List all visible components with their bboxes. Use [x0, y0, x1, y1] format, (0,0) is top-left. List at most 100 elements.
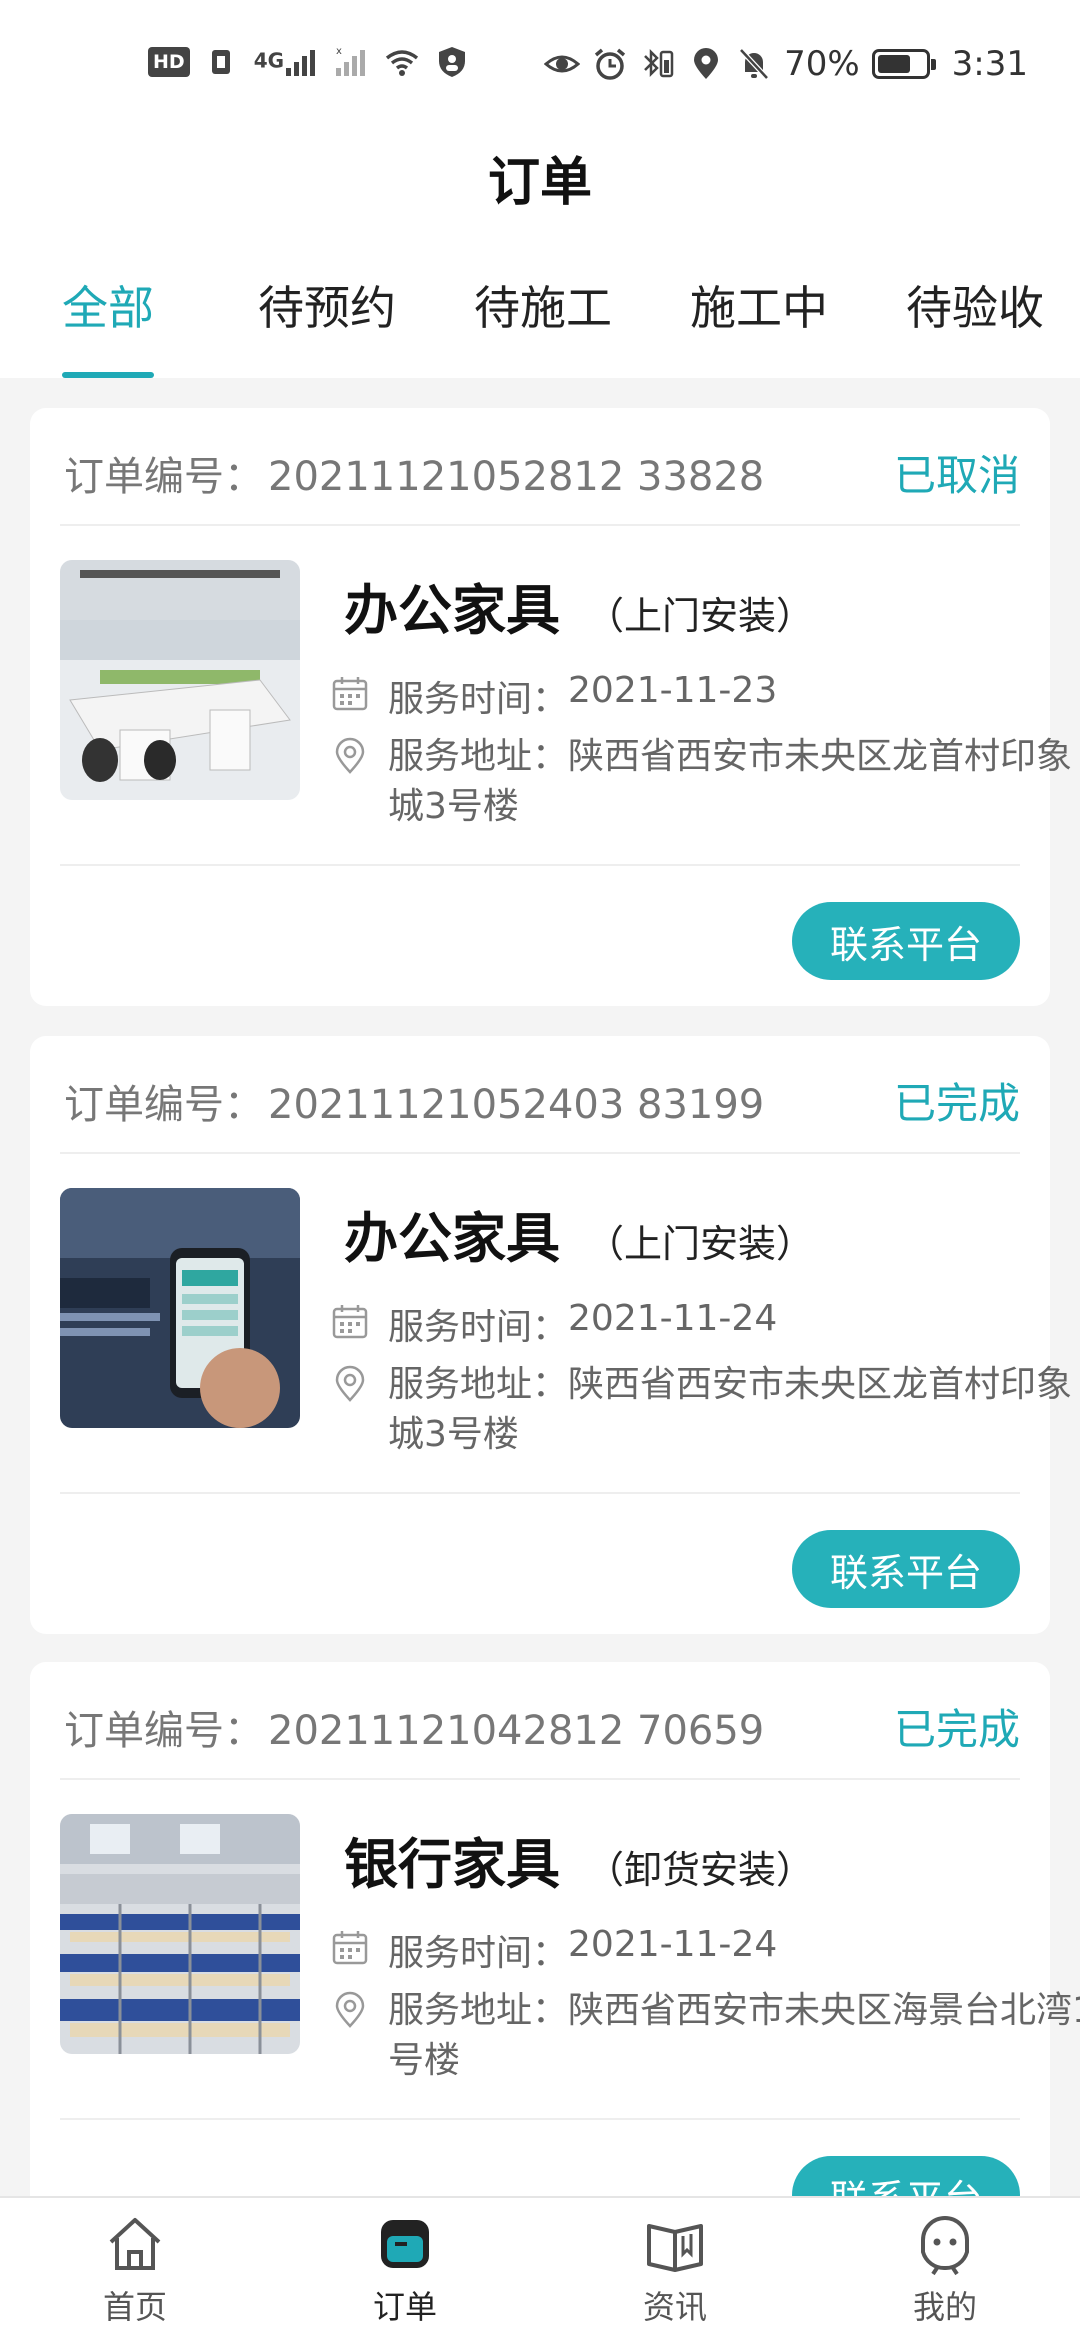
clock: 3:31: [951, 44, 1028, 84]
location-pin-icon: [330, 736, 370, 776]
battery-percent: 70%: [784, 44, 860, 84]
page-title: 订单: [487, 153, 592, 213]
service-time-label: 服务时间：: [388, 1933, 569, 1974]
signal-4g-icon: 4G: [254, 44, 320, 80]
divider: [60, 1492, 1020, 1494]
order-number-value: 20211121052403 83199: [268, 1082, 765, 1128]
order-number-value: 20211121042812 70659: [268, 1708, 765, 1754]
order-number-label: 订单编号：: [64, 1082, 264, 1128]
wifi-icon: [384, 44, 420, 80]
hd-icon: HD: [148, 47, 190, 77]
contact-platform-button[interactable]: 联系平台: [792, 902, 1020, 980]
tab-all[interactable]: 全部: [62, 272, 154, 338]
status-left: HD 4G x: [148, 44, 470, 80]
product-title: 银行家具 （卸货安装）: [344, 1820, 814, 1899]
product-image: [60, 560, 300, 800]
service-address-row: 服务地址：陕西省西安市未央区龙首村印象城3号楼: [330, 732, 1080, 832]
contact-platform-button[interactable]: 联系平台: [792, 1530, 1020, 1608]
net-type-label: 4G: [253, 48, 285, 73]
order-number-label: 订单编号：: [64, 1708, 264, 1754]
order-card[interactable]: 订单编号： 20211121052812 33828 已取消 办公家具 （上门安装…: [30, 408, 1072, 1006]
order-icon: [373, 2212, 437, 2276]
service-time-value: 2021-11-24: [568, 1924, 778, 1965]
order-status: 已取消: [893, 451, 1020, 500]
status-right: 70% 3:31: [543, 44, 1028, 84]
tab-pending-construction[interactable]: 待施工: [474, 272, 612, 338]
divider: [60, 1778, 1020, 1780]
order-tabs: 全部 待预约 待施工 施工中 待验收: [0, 272, 1080, 378]
service-address-label: 服务地址：: [388, 1364, 569, 1405]
tab-pending-acceptance[interactable]: 待验收: [906, 272, 1044, 338]
nav-profile[interactable]: 我的: [870, 2212, 1020, 2328]
nav-orders[interactable]: 订单: [330, 2212, 480, 2328]
service-address: 服务地址：陕西省西安市未央区龙首村印象城3号楼: [388, 1360, 1080, 1460]
service-type: （上门安装）: [586, 594, 815, 638]
home-icon: [103, 2212, 167, 2276]
service-type: （上门安装）: [586, 1222, 815, 1266]
bluetooth-battery-icon: [640, 46, 676, 82]
active-tab-indicator: [62, 372, 154, 378]
service-address-label: 服务地址：: [388, 736, 569, 777]
location-icon: [688, 46, 724, 82]
product-title: 办公家具 （上门安装）: [344, 1194, 814, 1273]
calendar-icon: [330, 1302, 370, 1342]
service-time-value: 2021-11-23: [568, 670, 778, 711]
order-number-label: 订单编号：: [64, 454, 264, 500]
nav-profile-label: 我的: [912, 2288, 977, 2326]
nav-news[interactable]: 资讯: [600, 2212, 750, 2328]
product-name: 银行家具: [344, 1833, 560, 1896]
tab-in-construction[interactable]: 施工中: [690, 272, 828, 338]
eye-icon: [543, 46, 581, 82]
service-address-row: 服务地址：陕西省西安市未央区海景台北湾1号楼: [330, 1986, 1080, 2086]
service-address-row: 服务地址：陕西省西安市未央区龙首村印象城3号楼: [330, 1360, 1080, 1460]
service-address: 服务地址：陕西省西安市未央区龙首村印象城3号楼: [388, 732, 1080, 832]
battery-icon: [871, 49, 936, 79]
product-name: 办公家具: [344, 1207, 560, 1270]
vpn-shield-icon: [434, 44, 470, 80]
location-pin-icon: [330, 1990, 370, 2030]
product-image: [60, 1188, 300, 1428]
status-bar: HD 4G x 70% 3:31: [0, 0, 1080, 136]
nav-home[interactable]: 首页: [60, 2212, 210, 2328]
service-time-row: 服务时间： 2021-11-24: [330, 1924, 777, 1976]
nav-news-label: 资讯: [642, 2288, 707, 2326]
profile-icon: [913, 2212, 977, 2276]
battery-fill: [877, 55, 910, 73]
calendar-icon: [330, 674, 370, 714]
tab-pending-booking[interactable]: 待预约: [258, 272, 396, 338]
service-address-label: 服务地址：: [388, 1990, 569, 2031]
order-number-value: 20211121052812 33828: [268, 454, 765, 500]
product-title: 办公家具 （上门安装）: [344, 566, 814, 645]
service-type: （卸货安装）: [586, 1848, 815, 1892]
header-area: HD 4G x 70% 3:31 订单 全部 待预约 待施工 施工中 待验收: [0, 0, 1080, 378]
service-time-value: 2021-11-24: [568, 1298, 778, 1339]
order-card[interactable]: 订单编号： 20211121042812 70659 已完成 银行家具 （卸货安装…: [30, 1662, 1080, 2260]
service-time-row: 服务时间： 2021-11-23: [330, 670, 777, 722]
signal-empty-icon: x: [334, 44, 370, 80]
service-time-label: 服务时间：: [388, 679, 569, 720]
bottom-nav: 首页 订单 资讯 我的: [0, 2196, 1080, 2340]
order-card[interactable]: 订单编号： 20211121052403 83199 已完成 办公家具 （上门安装…: [30, 1036, 1072, 1634]
location-pin-icon: [330, 1364, 370, 1404]
order-status: 已完成: [893, 1079, 1020, 1128]
product-image: [60, 1814, 300, 2054]
service-address: 服务地址：陕西省西安市未央区海景台北湾1号楼: [388, 1986, 1080, 2086]
order-number: 订单编号： 20211121052403 83199: [60, 1072, 764, 1130]
svg-text:x: x: [336, 46, 342, 57]
news-book-icon: [643, 2212, 707, 2276]
product-name: 办公家具: [344, 579, 560, 642]
divider: [60, 524, 1020, 526]
alarm-icon: [592, 46, 628, 82]
service-time-row: 服务时间： 2021-11-24: [330, 1298, 777, 1350]
nav-orders-label: 订单: [372, 2288, 437, 2326]
calendar-icon: [330, 1928, 370, 1968]
divider: [60, 2118, 1020, 2120]
order-status: 已完成: [893, 1705, 1020, 1754]
nav-home-label: 首页: [102, 2288, 167, 2326]
divider: [60, 864, 1020, 866]
mute-bell-icon: [736, 46, 772, 82]
service-time-label: 服务时间：: [388, 1307, 569, 1348]
order-number: 订单编号： 20211121042812 70659: [60, 1698, 764, 1756]
order-number: 订单编号： 20211121052812 33828: [60, 444, 764, 502]
sim-icon: [204, 44, 240, 80]
